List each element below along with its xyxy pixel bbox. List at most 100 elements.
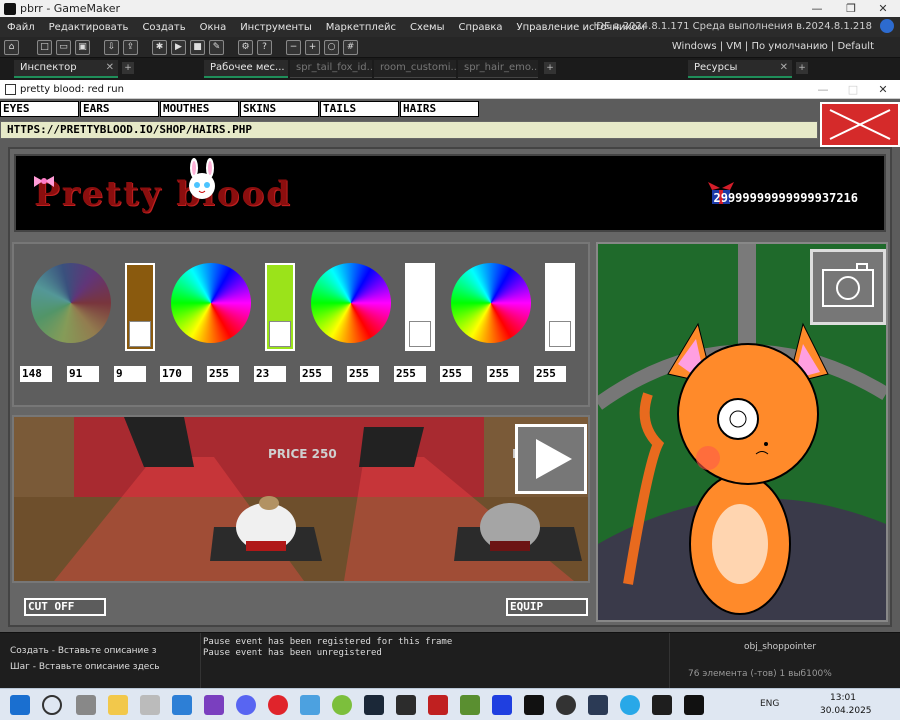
- zoom-in-icon[interactable]: +: [305, 39, 320, 55]
- tab-ears[interactable]: EARS: [80, 101, 159, 117]
- app-icon[interactable]: [396, 695, 416, 715]
- maximize-icon[interactable]: ❐: [834, 0, 868, 17]
- close-icon[interactable]: ✕: [868, 80, 898, 99]
- minimize-icon[interactable]: —: [800, 0, 834, 17]
- tab-resources[interactable]: Ресурсы ✕: [688, 60, 792, 78]
- minecraft-icon[interactable]: [460, 695, 480, 715]
- maximize-icon[interactable]: □: [838, 80, 868, 99]
- clock[interactable]: 13:01 30.04.2025: [820, 692, 872, 718]
- open-folder-icon[interactable]: ▭: [56, 39, 71, 55]
- value-field[interactable]: 255: [534, 366, 566, 382]
- tab-tails[interactable]: TAILS: [320, 101, 399, 117]
- close-icon[interactable]: ✕: [866, 0, 900, 17]
- app-icon[interactable]: [524, 695, 544, 715]
- slider-thumb[interactable]: [269, 321, 291, 347]
- discord-icon[interactable]: [236, 695, 256, 715]
- run-icon[interactable]: ▶: [171, 39, 186, 55]
- app-icon[interactable]: [492, 695, 512, 715]
- menu-tools[interactable]: Инструменты: [233, 22, 319, 33]
- minimize-icon[interactable]: —: [808, 80, 838, 99]
- steam-icon[interactable]: [364, 695, 384, 715]
- search-icon[interactable]: [42, 695, 62, 715]
- brightness-slider-4[interactable]: [545, 263, 575, 351]
- add-tab-icon[interactable]: +: [796, 62, 808, 74]
- app-icon[interactable]: [332, 695, 352, 715]
- add-tab-icon[interactable]: +: [122, 62, 134, 74]
- gamemaker-icon[interactable]: [652, 695, 672, 715]
- save-icon[interactable]: ▣: [75, 39, 90, 55]
- tray-lang[interactable]: ENG: [760, 699, 779, 709]
- settings-icon[interactable]: ⚙: [238, 39, 253, 55]
- tab-spr-tail[interactable]: spr_tail_fox_id...: [290, 60, 372, 78]
- avatar[interactable]: [880, 19, 894, 33]
- tab-skins[interactable]: SKINS: [240, 101, 319, 117]
- menu-edit[interactable]: Редактировать: [42, 22, 136, 33]
- value-field[interactable]: 255: [347, 366, 379, 382]
- app-icon[interactable]: [140, 695, 160, 715]
- telegram-icon[interactable]: [620, 695, 640, 715]
- home-icon[interactable]: ⌂: [4, 39, 19, 55]
- next-item-button[interactable]: [515, 424, 587, 494]
- gamemaker-runner-icon[interactable]: [684, 695, 704, 715]
- value-field[interactable]: 255: [394, 366, 426, 382]
- color-wheel-3[interactable]: [311, 263, 391, 343]
- help-icon[interactable]: ?: [257, 39, 272, 55]
- new-file-icon[interactable]: □: [37, 39, 52, 55]
- app-icon[interactable]: [300, 695, 320, 715]
- event-step[interactable]: Шаг - Вставьте описание здесь: [10, 659, 160, 675]
- opera-icon[interactable]: [268, 695, 288, 715]
- filezilla-icon[interactable]: [428, 695, 448, 715]
- add-tab-icon[interactable]: +: [544, 62, 556, 74]
- slider-thumb[interactable]: [549, 321, 571, 347]
- slider-thumb[interactable]: [409, 321, 431, 347]
- slider-thumb[interactable]: [129, 321, 151, 347]
- file-explorer-icon[interactable]: [108, 695, 128, 715]
- brightness-slider-1[interactable]: [125, 263, 155, 351]
- tab-hairs[interactable]: HAIRS: [400, 101, 479, 117]
- export-icon[interactable]: ⇪: [123, 39, 138, 55]
- event-create[interactable]: Создать - Вставьте описание з: [10, 643, 160, 659]
- equip-button[interactable]: EQUIP: [506, 598, 588, 616]
- app-icon[interactable]: [556, 695, 576, 715]
- value-field[interactable]: 255: [300, 366, 332, 382]
- menu-layouts[interactable]: Схемы: [403, 22, 452, 33]
- system-tray[interactable]: ENG: [760, 699, 779, 709]
- value-field[interactable]: 23: [254, 366, 286, 382]
- menu-help[interactable]: Справка: [451, 22, 509, 33]
- menu-windows[interactable]: Окна: [193, 22, 234, 33]
- grid-icon[interactable]: #: [343, 39, 358, 55]
- color-wheel-2[interactable]: [171, 263, 251, 343]
- value-field[interactable]: 148: [20, 366, 52, 382]
- zoom-out-icon[interactable]: −: [286, 39, 301, 55]
- brightness-slider-2[interactable]: [265, 263, 295, 351]
- resource-item[interactable]: obj_shoppointer: [744, 642, 816, 652]
- app-icon[interactable]: [588, 695, 608, 715]
- task-view-icon[interactable]: [76, 695, 96, 715]
- tab-eyes[interactable]: EYES: [0, 101, 79, 117]
- screenshot-button[interactable]: [810, 249, 886, 325]
- value-field[interactable]: 255: [207, 366, 239, 382]
- app-icon[interactable]: [172, 695, 192, 715]
- tab-mouthes[interactable]: MOUTHES: [160, 101, 239, 117]
- visual-studio-icon[interactable]: [204, 695, 224, 715]
- cut-off-button[interactable]: CUT OFF: [24, 598, 106, 616]
- color-wheel-4[interactable]: [451, 263, 531, 343]
- zoom-reset-icon[interactable]: ○: [324, 39, 339, 55]
- start-icon[interactable]: [10, 695, 30, 715]
- brightness-slider-3[interactable]: [405, 263, 435, 351]
- layout-info[interactable]: Windows | VM | По умолчанию | Default: [672, 41, 874, 52]
- value-field[interactable]: 91: [67, 366, 99, 382]
- menu-marketplace[interactable]: Маркетплейс: [319, 22, 403, 33]
- clean-icon[interactable]: ✎: [209, 39, 224, 55]
- tab-spr-hair[interactable]: spr_hair_emo...: [458, 60, 538, 78]
- close-tab-icon[interactable]: ✕: [780, 60, 788, 76]
- value-field[interactable]: 255: [440, 366, 472, 382]
- value-field[interactable]: 170: [160, 366, 192, 382]
- menu-create[interactable]: Создать: [135, 22, 192, 33]
- color-wheel-1[interactable]: [31, 263, 111, 343]
- package-icon[interactable]: ⇩: [104, 39, 119, 55]
- value-field[interactable]: 255: [487, 366, 519, 382]
- tab-inspector[interactable]: Инспектор ✕: [14, 60, 118, 78]
- tab-room-custom[interactable]: room_customi...: [374, 60, 456, 78]
- menu-file[interactable]: Файл: [0, 22, 42, 33]
